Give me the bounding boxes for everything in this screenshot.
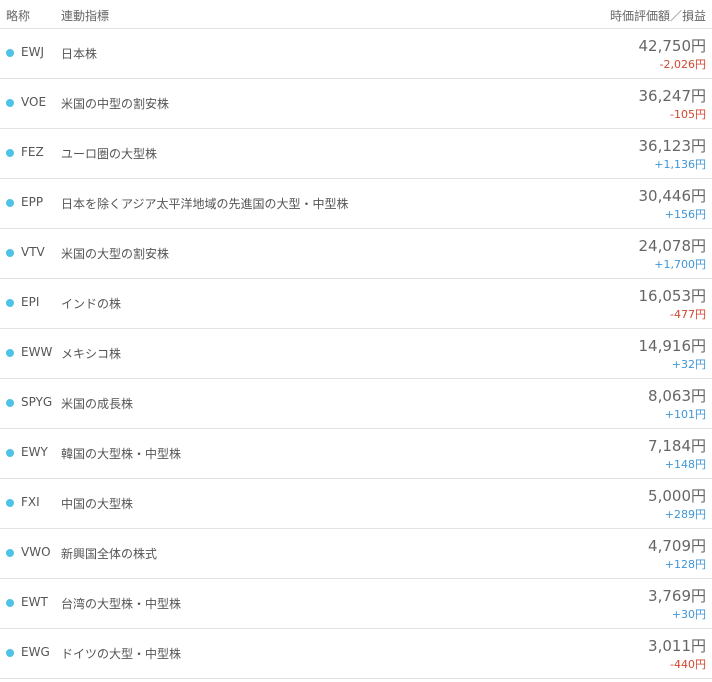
- table-row: VWO 新興国全体の株式 4,709円 +128円: [0, 529, 712, 579]
- index-name: 台湾の大型株・中型株: [61, 597, 182, 611]
- ticker-symbol: EWW: [21, 345, 53, 359]
- market-value: 30,446円: [638, 187, 707, 205]
- ticker-symbol: EWY: [21, 445, 48, 459]
- ticker-symbol: EWJ: [21, 45, 44, 59]
- index-name: 中国の大型株: [61, 497, 134, 511]
- profit-loss: -105円: [670, 108, 706, 121]
- bullet-dot-icon: [6, 249, 14, 257]
- ticker-symbol: EWT: [21, 595, 48, 609]
- bullet-dot-icon: [6, 649, 14, 657]
- table-row: FEZ ユーロ圏の大型株 36,123円 +1,136円: [0, 129, 712, 179]
- holdings-table: 略称 連動指標 時価評価額／損益 EWJ 日本株 42,750円 -2,026円 VOE…: [0, 0, 712, 679]
- bullet-dot-icon: [6, 599, 14, 607]
- table-header: 略称 連動指標 時価評価額／損益: [0, 0, 712, 29]
- bullet-dot-icon: [6, 149, 14, 157]
- table-row: EWT 台湾の大型株・中型株 3,769円 +30円: [0, 579, 712, 629]
- table-row: EPI インドの株 16,053円 -477円: [0, 279, 712, 329]
- profit-loss: +101円: [664, 408, 706, 421]
- table-row: EPP 日本を除くアジア太平洋地域の先進国の大型・中型株 30,446円 +156円: [0, 179, 712, 229]
- index-name: 新興国全体の株式: [61, 547, 158, 561]
- bullet-dot-icon: [6, 99, 14, 107]
- bullet-dot-icon: [6, 199, 14, 207]
- bullet-dot-icon: [6, 399, 14, 407]
- ticker-symbol: EWG: [21, 645, 50, 659]
- profit-loss: -440円: [670, 658, 706, 671]
- index-name: メキシコ株: [61, 347, 122, 361]
- index-name: 日本株: [61, 47, 98, 61]
- ticker-symbol: VTV: [21, 245, 45, 259]
- table-row: SPYG 米国の成長株 8,063円 +101円: [0, 379, 712, 429]
- market-value: 42,750円: [638, 37, 707, 55]
- table-row: VTV 米国の大型の割安株 24,078円 +1,700円: [0, 229, 712, 279]
- profit-loss: +148円: [664, 458, 706, 471]
- bullet-dot-icon: [6, 49, 14, 57]
- bullet-dot-icon: [6, 549, 14, 557]
- market-value: 7,184円: [648, 437, 706, 455]
- bullet-dot-icon: [6, 349, 14, 357]
- bullet-dot-icon: [6, 299, 14, 307]
- market-value: 14,916円: [638, 337, 707, 355]
- index-name: インドの株: [61, 297, 122, 311]
- ticker-symbol: FXI: [21, 495, 40, 509]
- market-value: 3,769円: [648, 587, 706, 605]
- header-value-pl: 時価評価額／損益: [609, 9, 706, 23]
- table-row: VOE 米国の中型の割安株 36,247円 -105円: [0, 79, 712, 129]
- profit-loss: +30円: [671, 608, 706, 621]
- table-row: EWG ドイツの大型・中型株 3,011円 -440円: [0, 629, 712, 679]
- index-name: 米国の大型の割安株: [61, 247, 170, 261]
- table-row: EWY 韓国の大型株・中型株 7,184円 +148円: [0, 429, 712, 479]
- index-name: ドイツの大型・中型株: [61, 647, 182, 661]
- market-value: 5,000円: [648, 487, 706, 505]
- profit-loss: +1,136円: [654, 158, 706, 171]
- bullet-dot-icon: [6, 499, 14, 507]
- table-body: EWJ 日本株 42,750円 -2,026円 VOE 米国の中型の割安株 36,247円 -…: [0, 29, 712, 679]
- table-row: EWW メキシコ株 14,916円 +32円: [0, 329, 712, 379]
- profit-loss: +289円: [664, 508, 706, 521]
- market-value: 16,053円: [638, 287, 707, 305]
- ticker-symbol: SPYG: [21, 395, 53, 409]
- ticker-symbol: EPP: [21, 195, 44, 209]
- index-name: 韓国の大型株・中型株: [61, 447, 182, 461]
- bullet-dot-icon: [6, 449, 14, 457]
- market-value: 8,063円: [648, 387, 706, 405]
- index-name: ユーロ圏の大型株: [61, 147, 158, 161]
- ticker-symbol: VWO: [21, 545, 51, 559]
- profit-loss: -2,026円: [659, 58, 706, 71]
- market-value: 36,247円: [638, 87, 707, 105]
- index-name: 米国の中型の割安株: [61, 97, 170, 111]
- index-name: 日本を除くアジア太平洋地域の先進国の大型・中型株: [61, 197, 349, 211]
- profit-loss: +1,700円: [654, 258, 706, 271]
- ticker-symbol: FEZ: [21, 145, 44, 159]
- index-name: 米国の成長株: [61, 397, 134, 411]
- header-abbr: 略称: [6, 9, 31, 23]
- profit-loss: -477円: [670, 308, 706, 321]
- header-index: 連動指標: [61, 9, 110, 23]
- market-value: 36,123円: [638, 137, 707, 155]
- table-row: FXI 中国の大型株 5,000円 +289円: [0, 479, 712, 529]
- profit-loss: +128円: [664, 558, 706, 571]
- market-value: 4,709円: [648, 537, 706, 555]
- table-row: EWJ 日本株 42,750円 -2,026円: [0, 29, 712, 79]
- market-value: 24,078円: [638, 237, 707, 255]
- ticker-symbol: VOE: [21, 95, 47, 109]
- market-value: 3,011円: [648, 637, 706, 655]
- ticker-symbol: EPI: [21, 295, 40, 309]
- profit-loss: +156円: [664, 208, 706, 221]
- profit-loss: +32円: [671, 358, 706, 371]
